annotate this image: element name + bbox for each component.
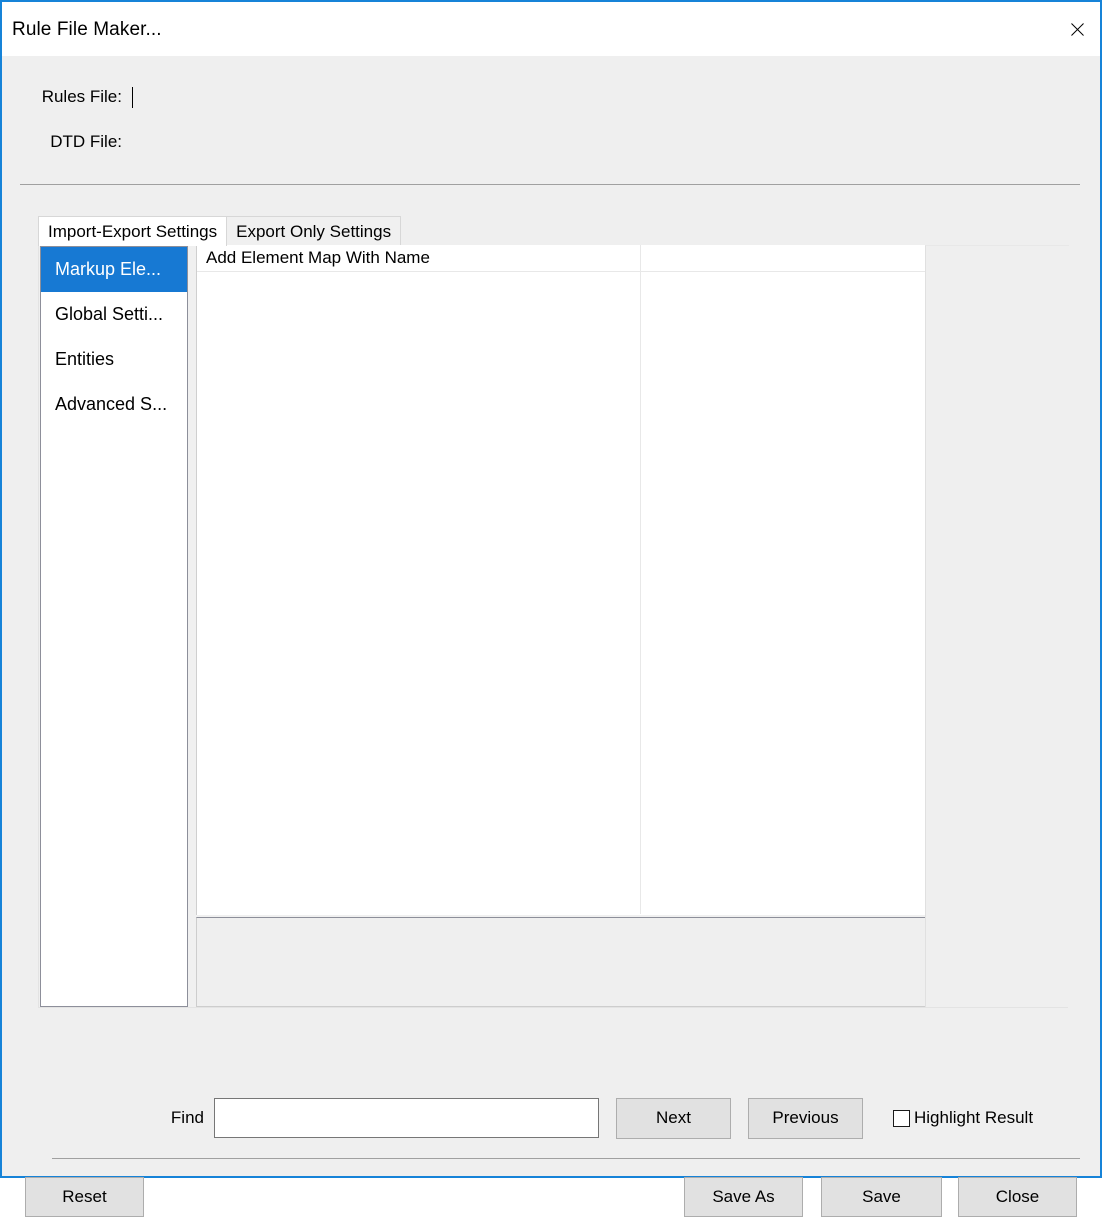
grid-body-column-value [641, 272, 925, 914]
window-title: Rule File Maker... [12, 20, 162, 39]
header-separator [20, 184, 1080, 185]
find-next-button[interactable]: Next [616, 1098, 731, 1139]
sidebar-item-advanced-settings[interactable]: Advanced S... [41, 382, 187, 427]
find-label: Find [2, 1108, 214, 1128]
find-input[interactable] [214, 1098, 599, 1138]
sidebar-item-global-settings[interactable]: Global Setti... [41, 292, 187, 337]
grid-header-row: Add Element Map With Name [197, 245, 925, 272]
rule-file-maker-window: Rule File Maker... Rules File: DTD File:… [0, 0, 1102, 1178]
grid-body[interactable] [197, 272, 925, 914]
rules-file-label: Rules File: [16, 87, 122, 107]
rules-file-input[interactable] [132, 86, 892, 108]
dialog-body: Rules File: DTD File: Import-Export Sett… [2, 56, 1100, 1176]
find-bar: Find Next Previous Highlight Result [2, 1092, 1100, 1144]
sidebar-item-label: Advanced S... [55, 394, 167, 415]
sidebar-item-label: Entities [55, 349, 114, 370]
tab-import-export-settings[interactable]: Import-Export Settings [38, 216, 227, 246]
title-bar: Rule File Maker... [2, 2, 1100, 56]
close-button[interactable]: Close [958, 1177, 1077, 1217]
tab-label: Import-Export Settings [48, 222, 217, 242]
footer-bar: Reset Save As Save Close [2, 1159, 1100, 1227]
find-previous-button[interactable]: Previous [748, 1098, 863, 1139]
grid-column-header-name[interactable]: Add Element Map With Name [197, 245, 641, 271]
detail-pane [196, 917, 926, 1007]
save-as-button[interactable]: Save As [684, 1177, 803, 1217]
grid-column-header-value[interactable] [641, 245, 925, 271]
tab-label: Export Only Settings [236, 222, 391, 242]
element-map-area: Add Element Map With Name [196, 245, 926, 1008]
grid-body-column-name [197, 272, 641, 914]
highlight-result-checkbox[interactable]: Highlight Result [893, 1108, 1033, 1128]
checkbox-box-icon [893, 1110, 910, 1127]
sidebar-item-entities[interactable]: Entities [41, 337, 187, 382]
tab-panel: Markup Ele... Global Setti... Entities A… [38, 245, 1068, 1008]
element-map-grid[interactable]: Add Element Map With Name [196, 245, 926, 915]
sidebar-item-label: Global Setti... [55, 304, 163, 325]
sidebar-item-markup-elements[interactable]: Markup Ele... [41, 247, 187, 292]
text-caret [132, 87, 133, 108]
sidebar-item-label: Markup Ele... [55, 259, 161, 280]
dtd-file-input[interactable] [132, 131, 892, 153]
right-side-pane [925, 245, 1069, 1007]
highlight-result-label: Highlight Result [914, 1108, 1033, 1128]
tab-export-only-settings[interactable]: Export Only Settings [226, 216, 401, 246]
dtd-file-label: DTD File: [16, 132, 122, 152]
window-close-button[interactable] [1054, 3, 1100, 55]
close-icon [1069, 21, 1086, 38]
dtd-file-row: DTD File: [16, 131, 892, 153]
save-button[interactable]: Save [821, 1177, 942, 1217]
tab-strip: Import-Export Settings Export Only Setti… [38, 216, 401, 246]
reset-button[interactable]: Reset [25, 1177, 144, 1217]
rules-file-row: Rules File: [16, 86, 892, 108]
settings-category-list[interactable]: Markup Ele... Global Setti... Entities A… [40, 246, 188, 1007]
